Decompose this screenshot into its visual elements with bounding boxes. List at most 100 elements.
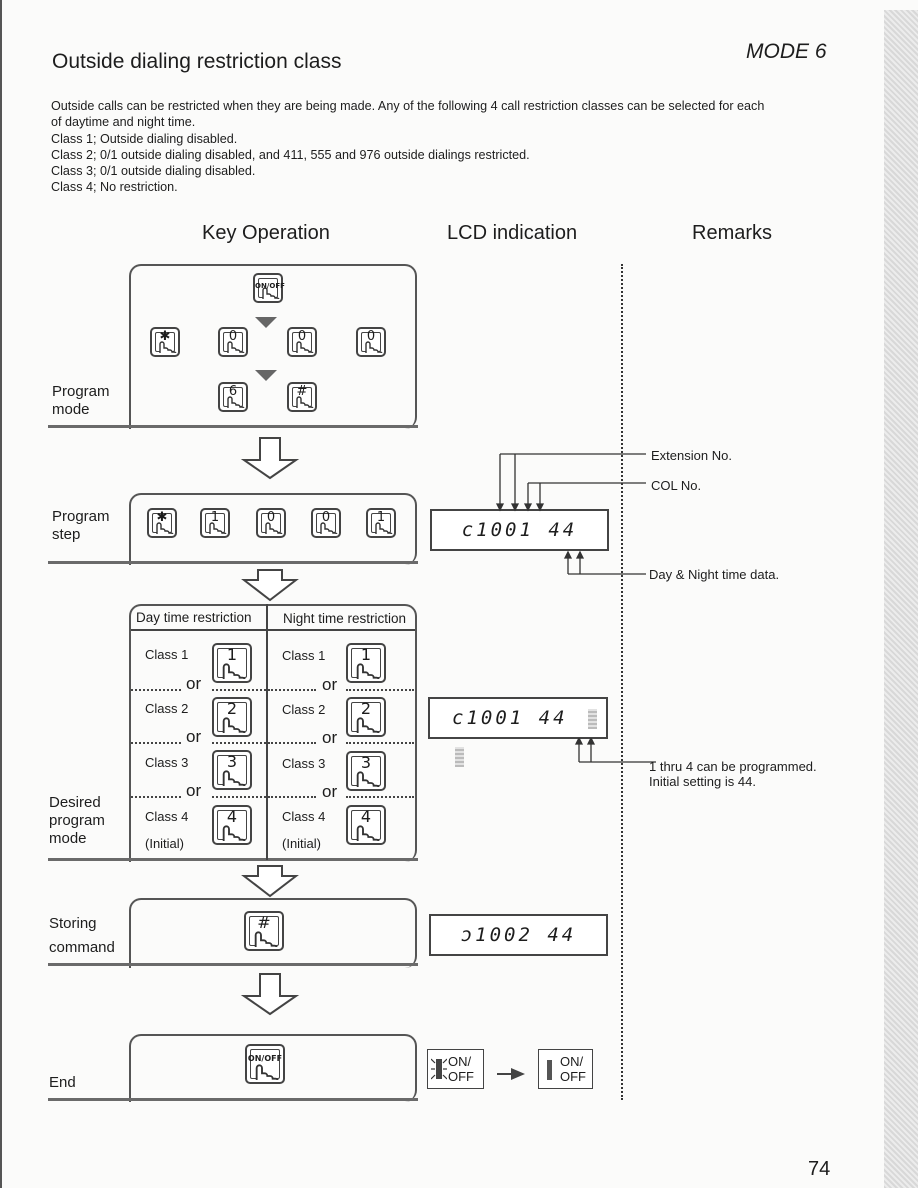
flow-arrow-icon [240,437,300,480]
separator-dots [346,796,414,798]
separator-dots [131,689,181,691]
onoff-key[interactable]: ON/OFF [245,1044,285,1084]
or-label: or [186,781,202,800]
program-step-label: Program step [52,508,110,543]
intro-line: Class 4; No restriction. [51,180,178,195]
onoff-indicator-blinking: ON/ OFF [427,1049,484,1089]
night-class-2-key[interactable]: 2 [346,697,386,737]
zero-key[interactable]: 0 [356,327,386,357]
intro-line: of daytime and night time. [51,115,196,130]
intro-line: Outside calls can be restricted when the… [51,99,765,113]
finger-press-icon [222,825,246,841]
onoff-indicator-steady: ON/ OFF [538,1049,593,1089]
or-label: or [322,782,338,801]
finger-press-icon [227,341,245,353]
separator-dots [212,796,266,798]
finger-press-icon [365,341,383,353]
program-mode-label: Program mode [52,383,110,418]
lcd-callout-lines [574,738,656,763]
day-class-4-key[interactable]: 4 [212,805,252,845]
night-class-3-label: Class 3 [282,756,326,771]
mode-label: MODE 6 [746,40,827,63]
lamp-icon [547,1060,552,1080]
night-class-4-initial: (Initial) [282,836,322,851]
separator-dots [212,742,266,744]
column-header-key-operation: Key Operation [202,222,330,244]
intro-line: Class 3; 0/1 outside dialing disabled. [51,164,256,179]
program-mode-baseline [48,425,418,428]
zero-key[interactable]: 0 [256,508,286,538]
storing-baseline [48,963,418,966]
scan-edge-strip [884,10,918,1188]
finger-press-icon [227,396,245,408]
finger-press-icon [356,825,380,841]
zero-key[interactable]: 0 [311,508,341,538]
intro-line: Class 2; 0/1 outside dialing disabled, a… [51,147,530,162]
flow-arrow-icon [240,973,300,1016]
column-header-lcd: LCD indication [447,222,578,244]
desired-mode-label: Desired program mode [49,794,105,847]
hash-key[interactable]: # [287,382,317,412]
storing-label: Storing command [49,915,115,956]
finger-press-icon [356,717,380,733]
separator-dots [268,796,316,798]
separator-dots [346,689,414,691]
lcd-display-storing: ɔ1002 44 [429,914,608,956]
night-time-header: Night time restriction [283,611,407,626]
zero-key[interactable]: 0 [218,327,248,357]
finger-press-icon [375,522,393,534]
finger-press-icon [356,663,380,679]
or-label: or [186,674,202,693]
down-arrow-icon [255,317,277,328]
day-class-2-key[interactable]: 2 [212,697,252,737]
page-border-left [0,0,2,1188]
blinking-lamp-icon [431,1058,447,1080]
one-key[interactable]: 1 [200,508,230,538]
day-class-1-key[interactable]: 1 [212,643,252,683]
intro-text: Outside calls can be restricted when the… [51,98,851,196]
night-class-4-label: Class 4 [282,809,326,824]
separator-dots [268,689,316,691]
hash-key[interactable]: # [244,911,284,951]
day-class-4-initial: (Initial) [145,836,185,851]
remark-day-night: Day & Night time data. [649,567,780,582]
remark-programmable-range: 1 thru 4 can be programmed. Initial sett… [649,759,817,789]
separator-dots [346,742,414,744]
finger-press-icon [159,341,177,353]
zero-key[interactable]: 0 [287,327,317,357]
blinking-digit-icon [587,708,597,729]
header-divider [131,629,415,631]
separator-dots [131,796,181,798]
day-class-3-key[interactable]: 3 [212,750,252,790]
remark-extension-no: Extension No. [651,448,732,463]
intro-line: Class 1; Outside dialing disabled. [51,131,238,146]
six-key[interactable]: 6 [218,382,248,412]
night-class-3-key[interactable]: 3 [346,751,386,791]
lcd-text: c1001 44 [452,707,568,729]
or-label: or [322,675,338,694]
finger-press-icon [222,663,246,679]
finger-press-icon [255,1064,279,1080]
onoff-key[interactable]: ON/OFF [253,273,285,303]
star-key[interactable]: ✱ [150,327,180,357]
finger-press-icon [156,522,174,534]
star-key[interactable]: ✱ [147,508,177,538]
night-class-4-key[interactable]: 4 [346,805,386,845]
night-class-1-label: Class 1 [282,648,326,663]
desired-mode-baseline [48,858,418,861]
column-header-remarks: Remarks [692,222,773,244]
end-baseline [48,1098,418,1101]
remark-col-no: COL No. [651,478,702,493]
or-label: or [322,728,338,747]
finger-press-icon [265,522,283,534]
night-class-1-key[interactable]: 1 [346,643,386,683]
finger-press-icon [254,931,278,947]
blinking-digit-icon [455,746,464,767]
separator-dots [268,742,316,744]
day-night-divider [266,604,268,860]
page-title: Outside dialing restriction class [52,50,342,73]
or-label: or [186,727,202,746]
day-time-header: Day time restriction [136,610,252,625]
finger-press-icon [356,771,380,787]
one-key[interactable]: 1 [366,508,396,538]
